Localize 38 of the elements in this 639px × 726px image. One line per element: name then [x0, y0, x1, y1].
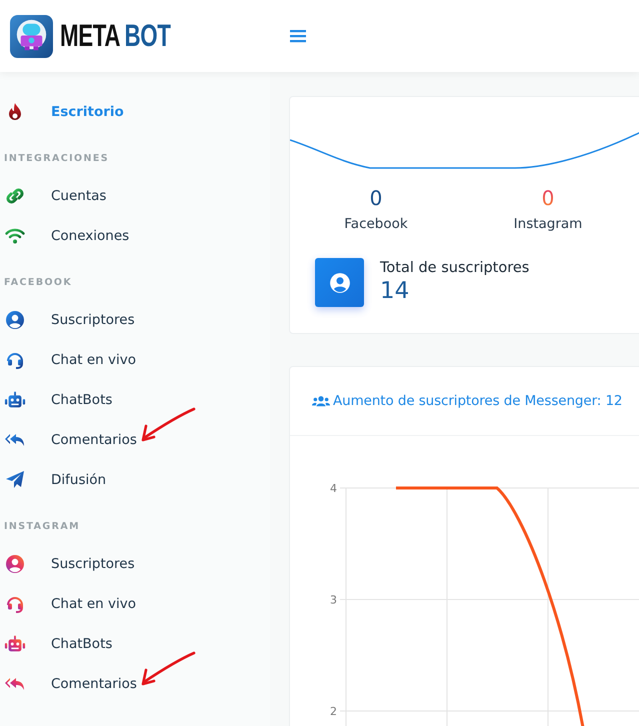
sidebar-item[interactable]: ChatBots: [0, 624, 112, 664]
robot-icon: [4, 390, 26, 410]
user-icon: [4, 554, 26, 574]
sidebar-item[interactable]: Suscriptores: [0, 544, 135, 584]
total-label: Total de suscriptores: [380, 260, 530, 276]
user-icon: [4, 310, 26, 330]
sidebar-item[interactable]: Comentarios: [0, 420, 137, 460]
total-value: 14: [380, 276, 410, 306]
stat-label: Facebook: [344, 216, 408, 232]
robot-icon: [4, 634, 26, 654]
axis-tick-label: 4: [330, 482, 337, 495]
wifi-icon: [4, 226, 26, 246]
chart-title: Aumento de suscriptores de Messenger: 12: [333, 393, 622, 409]
sidebar-item[interactable]: Comentarios: [0, 664, 137, 704]
robot-logo-icon: [10, 14, 53, 58]
sidebar-item[interactable]: ChatBots: [0, 380, 112, 420]
send-icon: [4, 470, 26, 490]
section-heading: INSTAGRAM: [3, 520, 81, 534]
section-heading: FACEBOOK: [3, 276, 74, 290]
sidebar-item[interactable]: Escritorio: [0, 92, 124, 132]
sidebar-item[interactable]: Suscriptores: [0, 300, 135, 340]
headset-icon: [4, 594, 26, 614]
link-icon: [4, 186, 26, 206]
stat-value: 0: [370, 186, 382, 210]
axis-tick-label: 3: [330, 594, 337, 606]
sidebar-item[interactable]: Difusión: [0, 460, 106, 500]
sidebar-item[interactable]: Conexiones: [0, 216, 130, 256]
section-heading: INTEGRACIONES: [3, 152, 110, 166]
headset-icon: [4, 350, 26, 370]
brand-name: BOT: [124, 18, 170, 54]
stat-label: Instagram: [514, 216, 582, 232]
sidebar-item[interactable]: Chat en vivo: [0, 584, 136, 624]
user-icon: [328, 272, 350, 294]
sidebar-item[interactable]: Chat en vivo: [0, 340, 136, 380]
brand-name: META: [60, 18, 120, 54]
sidebar-item[interactable]: Cuentas: [0, 176, 106, 216]
users-icon: [312, 395, 330, 407]
axis-tick-label: 2: [330, 705, 337, 718]
